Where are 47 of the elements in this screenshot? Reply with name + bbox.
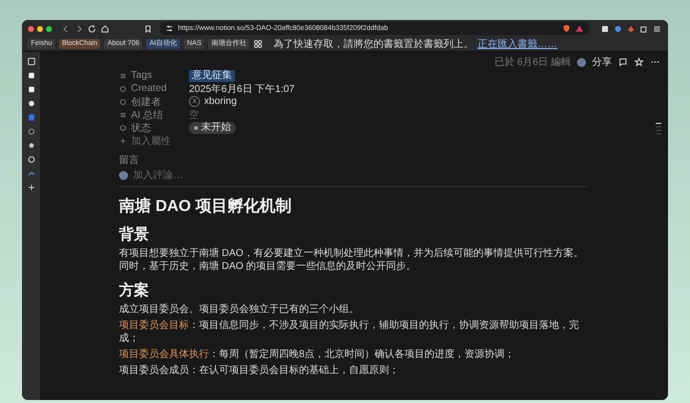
paragraph: 项目委员会目标：项目信息同步，不涉及项目的实际执行，辅助项目的执行，协调资源帮助项目落地，完成；	[119, 319, 580, 345]
property-label: 状态	[131, 122, 152, 134]
section-heading: 背景	[119, 225, 150, 244]
bookmark-icon[interactable]	[143, 24, 153, 34]
property-label: AI 总结	[131, 108, 164, 122]
ring-icon[interactable]	[26, 127, 36, 136]
property-value: 2025年6月6日 下午1:07	[189, 82, 295, 96]
dot-icon[interactable]	[26, 141, 36, 150]
bookmark-hint: 為了快速存取，請將您的書籤置於書籤列上。	[273, 38, 474, 51]
person-name: xboring	[204, 96, 237, 107]
paragraph: 有项目想要独立于南塘 DAO，有必要建立一种机制处理此种事情，并为后续可能的事情提供可行性方案。同时，基于历史，南塘 DAO 的项目需要一些信息的及时公开同步。	[119, 247, 584, 273]
globe-icon[interactable]	[26, 155, 36, 164]
property-icon	[119, 110, 127, 118]
comments-label: 留言	[119, 154, 140, 167]
property-label: 创建者	[131, 96, 162, 108]
paragraph: 项目委员会具体执行：每周（暂定周四晚8点，北京时间）确认各项目的进度，资源协调；	[119, 348, 516, 361]
property-icon	[119, 124, 127, 132]
plus-icon[interactable]	[26, 183, 36, 192]
section-heading: 方案	[119, 281, 150, 300]
shield-icon[interactable]	[562, 24, 571, 33]
doc-icon[interactable]	[26, 113, 36, 122]
circle-icon[interactable]	[26, 99, 36, 108]
empty-value: 空	[189, 108, 199, 122]
menu-icon[interactable]	[652, 24, 662, 34]
edited-time: 已於 6月6日 編輯	[494, 56, 571, 69]
avatar	[577, 58, 586, 66]
property-label: Tags	[131, 70, 154, 81]
panel-icon[interactable]	[26, 57, 36, 66]
star-icon[interactable]	[634, 57, 644, 67]
outline-icon[interactable]	[655, 122, 662, 136]
comment-field[interactable]: 加入評論…	[133, 170, 333, 180]
paragraph: 项目委员会成员：在认可项目委员会目标的基础上，自愿原则；	[119, 364, 400, 377]
paragraph: 成立项目委员会。项目委员会独立于已有的三个小组。	[119, 303, 360, 316]
avatar	[119, 170, 128, 180]
property-label: Created	[131, 83, 168, 94]
property-icon	[119, 72, 127, 80]
page-title: 南塘 DAO 项目孵化机制	[119, 197, 292, 217]
share-button[interactable]: 分享	[592, 55, 612, 69]
triangle-icon[interactable]	[575, 24, 584, 33]
grid-icon[interactable]	[253, 39, 264, 49]
tag[interactable]: 意见征集	[189, 70, 235, 82]
comment-icon[interactable]	[618, 57, 628, 67]
status-tag[interactable]: 未开始	[189, 122, 236, 134]
reload-icon[interactable]	[87, 24, 97, 34]
home-icon[interactable]	[100, 24, 110, 34]
site-settings-icon[interactable]	[165, 24, 174, 33]
import-bookmarks-link[interactable]: 正在匯入書籤……	[477, 37, 558, 51]
